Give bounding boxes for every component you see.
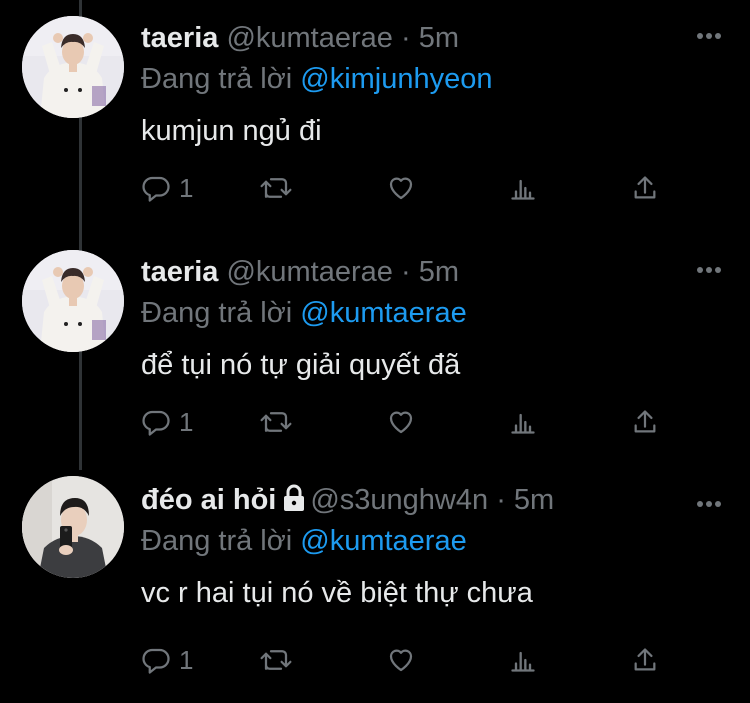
tweet-text: kumjun ngủ đi bbox=[141, 115, 322, 147]
replying-to-label: Đang trả lời bbox=[141, 297, 293, 329]
tweet-header: đéo ai hỏi @s3unghw4n · 5m bbox=[141, 482, 730, 518]
reply-count: 1 bbox=[179, 406, 194, 437]
like-button[interactable] bbox=[385, 402, 417, 442]
display-name[interactable]: đéo ai hỏi bbox=[141, 484, 276, 516]
replying-to: Đang trả lời @kumtaerae bbox=[141, 522, 467, 560]
analytics-button[interactable] bbox=[509, 168, 537, 208]
user-handle[interactable]: @kumtaerae bbox=[226, 256, 392, 288]
share-icon bbox=[634, 410, 656, 433]
display-name[interactable]: taeria bbox=[141, 256, 218, 288]
like-button[interactable] bbox=[385, 640, 417, 680]
reply-icon bbox=[142, 410, 170, 436]
like-button[interactable] bbox=[385, 168, 417, 208]
display-name[interactable]: taeria bbox=[141, 22, 218, 54]
tweet-header: taeria @kumtaerae · 5m bbox=[141, 254, 730, 290]
analytics-button[interactable] bbox=[509, 402, 537, 442]
heart-icon bbox=[389, 411, 413, 434]
separator-dot: · bbox=[400, 22, 411, 54]
share-button[interactable] bbox=[631, 168, 659, 208]
user-handle[interactable]: @s3unghw4n bbox=[310, 484, 488, 516]
replying-to: Đang trả lời @kimjunhyeon bbox=[141, 60, 493, 98]
heart-icon bbox=[389, 177, 413, 200]
avatar[interactable] bbox=[22, 16, 124, 118]
analytics-icon bbox=[511, 651, 535, 672]
share-icon bbox=[634, 176, 656, 199]
replying-to-label: Đang trả lời bbox=[141, 63, 293, 95]
tweet-text: vc r hai tụi nó về biệt thự chưa bbox=[141, 577, 533, 609]
retweet-icon bbox=[260, 412, 292, 432]
more-icon[interactable] bbox=[696, 27, 722, 39]
lock-icon bbox=[282, 484, 306, 521]
timestamp[interactable]: 5m bbox=[419, 22, 459, 54]
analytics-icon bbox=[511, 413, 535, 434]
tweet-header: taeria @kumtaerae · 5m bbox=[141, 20, 730, 56]
avatar[interactable] bbox=[22, 476, 124, 578]
share-button[interactable] bbox=[631, 640, 659, 680]
timestamp[interactable]: 5m bbox=[419, 256, 459, 288]
mention-link[interactable]: @kimjunhyeon bbox=[300, 63, 492, 95]
mention-link[interactable]: @kumtaerae bbox=[300, 525, 466, 557]
share-icon bbox=[634, 648, 656, 671]
reply-count: 1 bbox=[179, 172, 194, 203]
separator-dot: · bbox=[400, 256, 411, 288]
analytics-icon bbox=[511, 179, 535, 200]
retweet-button[interactable] bbox=[259, 640, 293, 680]
tweet-actions: 1 bbox=[141, 168, 681, 208]
replying-to-label: Đang trả lời bbox=[141, 525, 293, 557]
tweet-actions: 1 bbox=[141, 640, 681, 680]
avatar[interactable] bbox=[22, 250, 124, 352]
reply-button[interactable]: 1 bbox=[141, 402, 193, 442]
mention-link[interactable]: @kumtaerae bbox=[300, 297, 466, 329]
tweet-actions: 1 bbox=[141, 402, 681, 442]
retweet-button[interactable] bbox=[259, 402, 293, 442]
tweet-item[interactable]: taeria @kumtaerae · 5m Đang trả lời @kim… bbox=[0, 0, 750, 235]
user-handle[interactable]: @kumtaerae bbox=[226, 22, 392, 54]
timestamp[interactable]: 5m bbox=[514, 484, 554, 516]
more-icon[interactable] bbox=[696, 261, 722, 273]
replying-to: Đang trả lời @kumtaerae bbox=[141, 294, 467, 332]
retweet-icon bbox=[260, 178, 292, 198]
more-icon[interactable] bbox=[696, 495, 722, 507]
reply-button[interactable]: 1 bbox=[141, 168, 193, 208]
tweet-item[interactable]: đéo ai hỏi @s3unghw4n · 5m Đang trả lời @… bbox=[0, 468, 750, 703]
tweet-item[interactable]: taeria @kumtaerae · 5m Đang trả lời @kum… bbox=[0, 234, 750, 469]
retweet-button[interactable] bbox=[259, 168, 293, 208]
analytics-button[interactable] bbox=[509, 640, 537, 680]
reply-icon bbox=[142, 176, 170, 202]
reply-icon bbox=[142, 648, 170, 674]
separator-dot: · bbox=[496, 484, 506, 516]
tweet-text: để tụi nó tự giải quyết đã bbox=[141, 349, 461, 381]
reply-button[interactable]: 1 bbox=[141, 640, 193, 680]
heart-icon bbox=[389, 649, 413, 672]
reply-count: 1 bbox=[179, 644, 194, 675]
share-button[interactable] bbox=[631, 402, 659, 442]
retweet-icon bbox=[260, 650, 292, 670]
